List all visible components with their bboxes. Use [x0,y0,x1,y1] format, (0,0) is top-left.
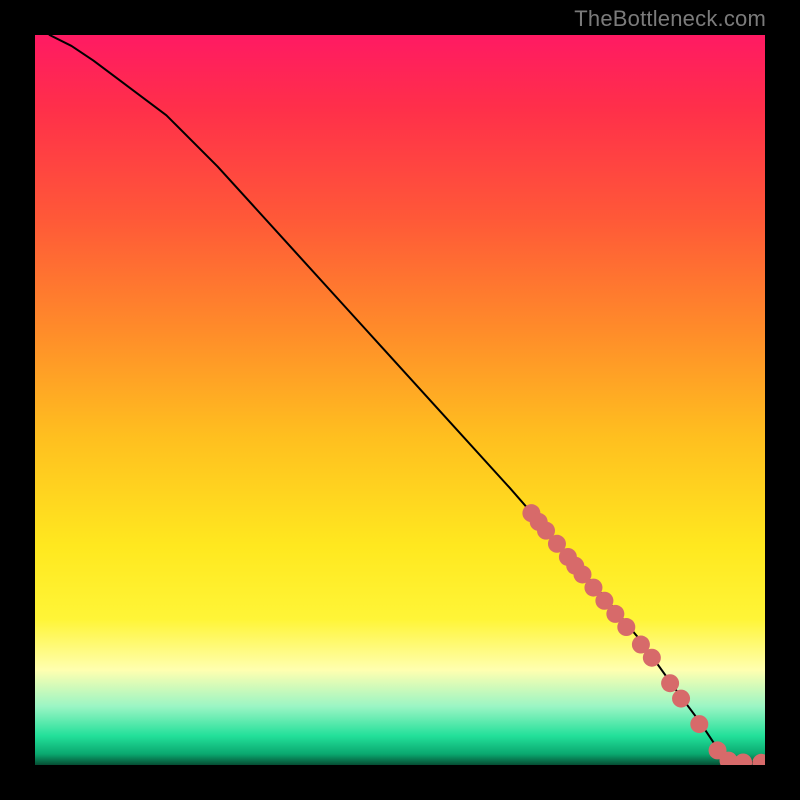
chart-svg [35,35,765,765]
data-point [734,753,752,765]
attribution-text: TheBottleneck.com [574,6,766,32]
data-point [672,690,690,708]
data-point [661,674,679,692]
points-group [522,504,765,765]
data-point [643,649,661,667]
data-point [690,715,708,733]
chart-stage: TheBottleneck.com [0,0,800,800]
data-point [752,754,765,765]
data-point [617,618,635,636]
plot-area [35,35,765,765]
